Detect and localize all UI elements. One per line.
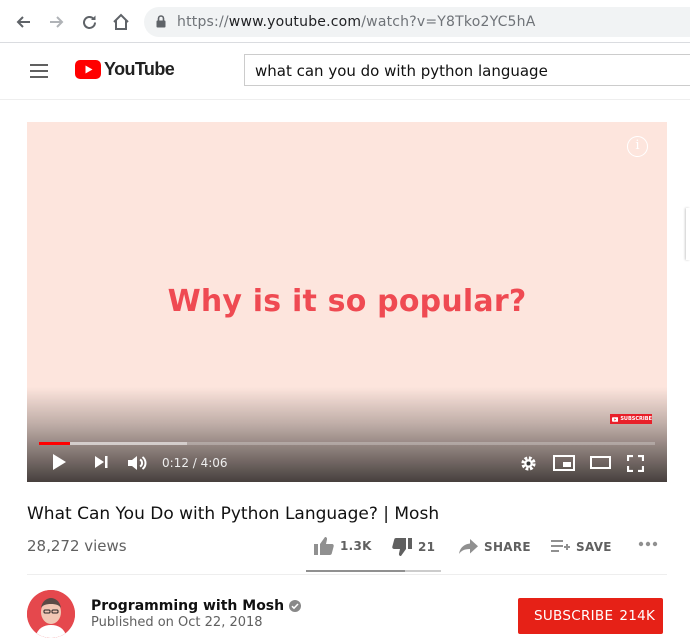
person-avatar-icon: [27, 590, 75, 638]
fullscreen-icon: [627, 455, 644, 472]
subscriber-count: 214K: [619, 608, 656, 624]
mute-button[interactable]: [127, 454, 149, 472]
dislike-button[interactable]: 21: [392, 538, 435, 556]
video-title: What Can You Do with Python Language? | …: [27, 504, 440, 524]
youtube-play-logo-icon: [75, 60, 101, 79]
browser-toolbar: https://www.youtube.com/watch?v=Y8Tko2YC…: [0, 0, 690, 43]
reload-icon: [82, 15, 96, 29]
forward-arrow-icon: [50, 16, 64, 28]
youtube-logo[interactable]: YouTube: [75, 59, 175, 80]
back-arrow-icon: [16, 16, 30, 28]
lock-icon: [156, 15, 166, 28]
page-edge-tab: [686, 208, 690, 260]
url-text: https://www.youtube.com/watch?v=Y8Tko2YC…: [177, 14, 536, 30]
watermark-text: SUBSCRIBE: [620, 416, 652, 422]
guide-menu-icon[interactable]: [30, 64, 48, 78]
thumbs-down-icon: [392, 538, 412, 556]
sentiment-bar: [306, 570, 441, 572]
publish-date: Published on Oct 22, 2018: [91, 615, 263, 630]
share-arrow-icon: [459, 539, 478, 554]
address-bar[interactable]: https://www.youtube.com/watch?v=Y8Tko2YC…: [144, 7, 690, 37]
theater-mode-icon: [590, 456, 611, 469]
save-label: SAVE: [576, 539, 612, 554]
progress-bar[interactable]: [39, 442, 655, 445]
channel-name[interactable]: Programming with Mosh: [91, 598, 302, 614]
next-button[interactable]: [94, 455, 109, 469]
url-scheme: https://: [177, 14, 229, 30]
url-path: /watch?v=Y8Tko2YC5hA: [361, 14, 536, 30]
miniplayer-icon: [553, 455, 575, 471]
like-button[interactable]: 1.3K: [314, 537, 372, 555]
channel-avatar[interactable]: [27, 590, 75, 638]
video-player[interactable]: Why is it so popular? i SUBSCRIBE 0:12 /…: [27, 122, 667, 482]
save-button[interactable]: SAVE: [551, 539, 612, 554]
back-button[interactable]: [10, 9, 36, 35]
share-label: SHARE: [484, 539, 531, 554]
more-horizontal-icon: [638, 541, 658, 547]
home-button[interactable]: [108, 9, 134, 35]
dislike-count: 21: [418, 540, 436, 554]
search-input[interactable]: what can you do with python language: [244, 54, 690, 86]
gear-icon: [521, 456, 536, 471]
settings-button[interactable]: [520, 455, 537, 472]
subscribe-label: SUBSCRIBE: [534, 608, 614, 624]
play-icon: [53, 454, 66, 470]
thumbs-up-icon: [314, 537, 334, 555]
volume-icon: [128, 456, 147, 470]
share-button[interactable]: SHARE: [459, 539, 531, 554]
like-count: 1.3K: [340, 539, 372, 553]
progress-played: [39, 442, 70, 445]
reload-button[interactable]: [76, 9, 102, 35]
divider: [27, 574, 667, 575]
forward-button[interactable]: [44, 9, 70, 35]
channel-name-text: Programming with Mosh: [91, 598, 285, 614]
sentiment-like-portion: [306, 570, 405, 572]
playlist-add-icon: [551, 540, 570, 552]
view-count: 28,272 views: [27, 537, 127, 555]
fullscreen-button[interactable]: [627, 455, 644, 472]
play-badge-icon: [612, 416, 619, 422]
more-actions-button[interactable]: [638, 541, 658, 547]
subscribe-button[interactable]: SUBSCRIBE 214K: [518, 598, 663, 634]
logo-text: YouTube: [104, 59, 175, 79]
skip-next-icon: [95, 456, 108, 468]
time-display: 0:12 / 4:06: [162, 456, 228, 470]
home-icon: [113, 13, 129, 30]
theater-mode-button[interactable]: [590, 456, 611, 469]
search-query: what can you do with python language: [255, 62, 548, 80]
miniplayer-button[interactable]: [553, 455, 575, 471]
slide-headline: Why is it so popular?: [167, 284, 527, 319]
play-button[interactable]: [51, 453, 67, 471]
subscribe-watermark[interactable]: SUBSCRIBE: [610, 414, 652, 424]
verified-badge-icon: [289, 600, 302, 612]
info-icon[interactable]: i: [627, 136, 648, 157]
url-host: www.youtube.com: [228, 14, 362, 30]
youtube-masthead: YouTube what can you do with python lang…: [0, 44, 690, 100]
